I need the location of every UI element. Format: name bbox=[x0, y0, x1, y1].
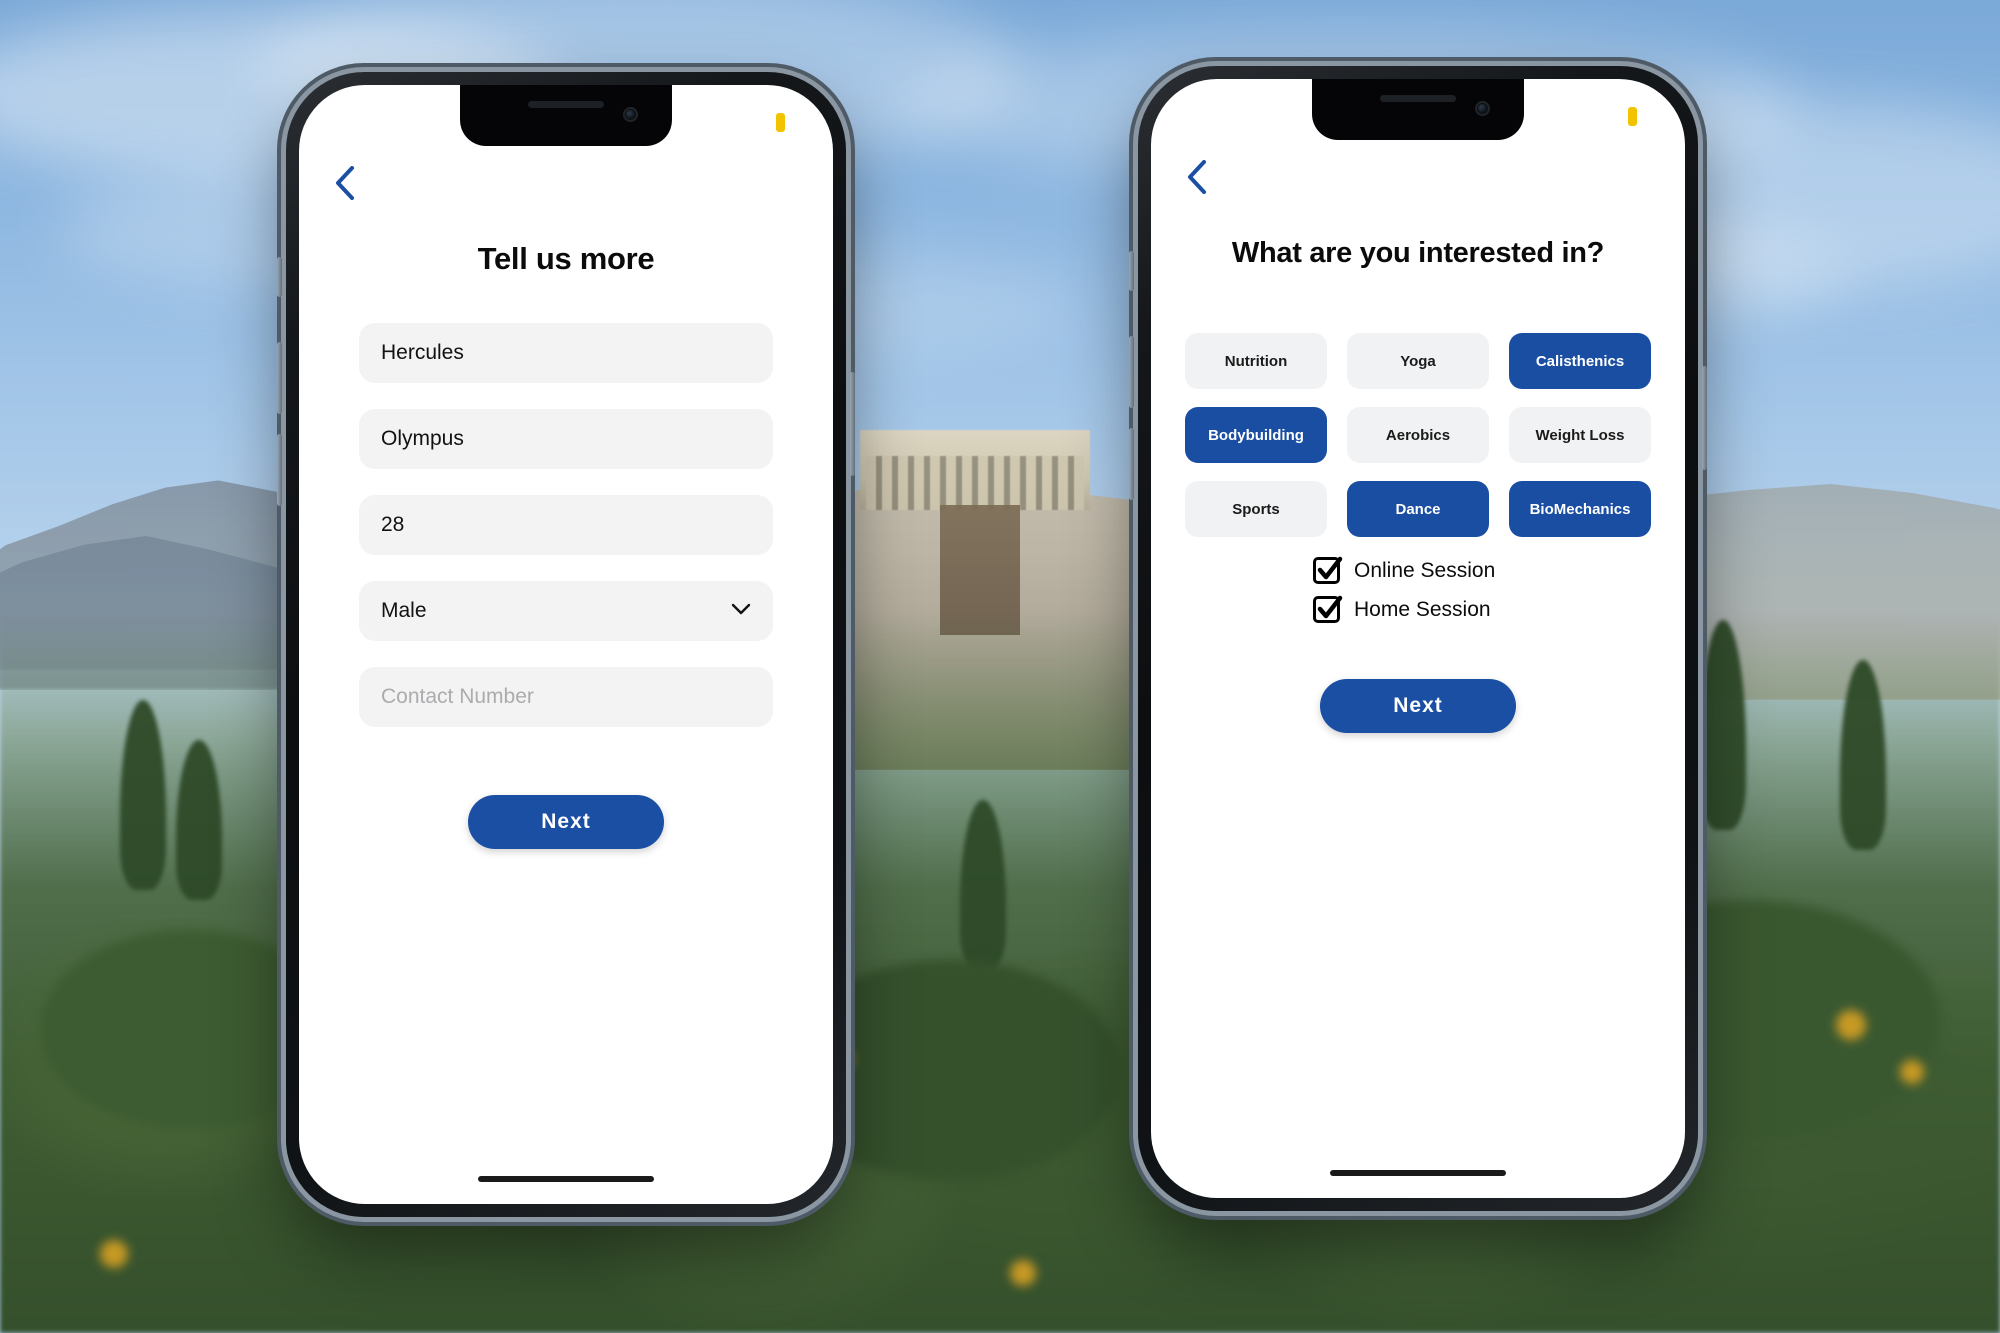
earpiece-speaker-icon bbox=[1380, 95, 1456, 102]
contact-number-placeholder: Contact Number bbox=[381, 685, 534, 708]
interest-chip-dance[interactable]: Dance bbox=[1347, 481, 1489, 537]
next-button[interactable]: Next bbox=[1320, 679, 1516, 733]
age-field[interactable]: 28 bbox=[359, 495, 773, 555]
background-flower bbox=[1010, 1260, 1036, 1286]
online-session-checkbox[interactable] bbox=[1313, 556, 1343, 584]
interest-chip-biomechanics[interactable]: BioMechanics bbox=[1509, 481, 1651, 537]
back-button[interactable] bbox=[327, 163, 363, 203]
checkmark-icon bbox=[1317, 556, 1343, 580]
chevron-left-icon bbox=[336, 166, 354, 200]
volume-down-button[interactable] bbox=[277, 434, 282, 506]
phone-notch bbox=[1312, 79, 1524, 140]
chevron-left-icon bbox=[1188, 160, 1206, 194]
page-title: What are you interested in? bbox=[1231, 237, 1605, 269]
contact-number-field[interactable]: Contact Number bbox=[359, 667, 773, 727]
interest-chip-calisthenics[interactable]: Calisthenics bbox=[1509, 333, 1651, 389]
front-camera-icon bbox=[623, 107, 638, 122]
app-screen-tell-us-more: Tell us more Hercules Olympus 28 Male Co… bbox=[299, 85, 833, 1204]
home-session-checkbox[interactable] bbox=[1313, 595, 1343, 623]
interest-chip-nutrition[interactable]: Nutrition bbox=[1185, 333, 1327, 389]
phone-screen-left: Tell us more Hercules Olympus 28 Male Co… bbox=[299, 85, 833, 1204]
gender-value: Male bbox=[381, 599, 427, 622]
power-button[interactable] bbox=[1702, 366, 1707, 470]
profile-form: Hercules Olympus 28 Male Contact Number bbox=[359, 323, 773, 753]
mute-switch[interactable] bbox=[277, 257, 282, 297]
background-flower bbox=[100, 1240, 128, 1268]
gender-select[interactable]: Male bbox=[359, 581, 773, 641]
first-name-field[interactable]: Hercules bbox=[359, 323, 773, 383]
phone-notch bbox=[460, 85, 672, 146]
page-title: Tell us more bbox=[477, 241, 655, 276]
power-button[interactable] bbox=[850, 372, 855, 476]
age-value: 28 bbox=[381, 513, 405, 536]
home-indicator[interactable] bbox=[1330, 1170, 1506, 1176]
interest-chip-grid: Nutrition Yoga Calisthenics Bodybuilding… bbox=[1185, 333, 1651, 537]
volume-up-button[interactable] bbox=[277, 342, 282, 414]
interest-chip-yoga[interactable]: Yoga bbox=[1347, 333, 1489, 389]
phone-device-left: Tell us more Hercules Olympus 28 Male Co… bbox=[277, 72, 855, 1217]
home-session-row[interactable]: Home Session bbox=[1313, 595, 1523, 623]
last-name-field[interactable]: Olympus bbox=[359, 409, 773, 469]
interest-chip-aerobics[interactable]: Aerobics bbox=[1347, 407, 1489, 463]
phone-device-right: What are you interested in? Nutrition Yo… bbox=[1129, 66, 1707, 1211]
home-indicator[interactable] bbox=[478, 1176, 654, 1182]
mute-switch[interactable] bbox=[1129, 251, 1134, 291]
battery-icon bbox=[776, 113, 785, 132]
front-camera-icon bbox=[1475, 101, 1490, 116]
home-session-label: Home Session bbox=[1354, 597, 1491, 621]
interest-chip-sports[interactable]: Sports bbox=[1185, 481, 1327, 537]
session-options: Online Session Home Session bbox=[1151, 556, 1685, 623]
chevron-down-icon bbox=[731, 602, 751, 620]
screenshot-scene: Tell us more Hercules Olympus 28 Male Co… bbox=[0, 0, 2000, 1333]
background-flower bbox=[1836, 1010, 1866, 1040]
battery-icon bbox=[1628, 107, 1637, 126]
background-parthenon-temple bbox=[860, 430, 1090, 510]
earpiece-speaker-icon bbox=[528, 101, 604, 108]
app-screen-interests: What are you interested in? Nutrition Yo… bbox=[1151, 79, 1685, 1198]
volume-down-button[interactable] bbox=[1129, 428, 1134, 500]
background-flower bbox=[1900, 1060, 1924, 1084]
phone-screen-right: What are you interested in? Nutrition Yo… bbox=[1151, 79, 1685, 1198]
online-session-row[interactable]: Online Session bbox=[1313, 556, 1523, 584]
back-button[interactable] bbox=[1179, 157, 1215, 197]
last-name-value: Olympus bbox=[381, 427, 464, 450]
interest-chip-weight-loss[interactable]: Weight Loss bbox=[1509, 407, 1651, 463]
online-session-label: Online Session bbox=[1354, 558, 1496, 582]
checkmark-icon bbox=[1317, 595, 1343, 619]
volume-up-button[interactable] bbox=[1129, 336, 1134, 408]
first-name-value: Hercules bbox=[381, 341, 464, 364]
interest-chip-bodybuilding[interactable]: Bodybuilding bbox=[1185, 407, 1327, 463]
next-button[interactable]: Next bbox=[468, 795, 664, 849]
